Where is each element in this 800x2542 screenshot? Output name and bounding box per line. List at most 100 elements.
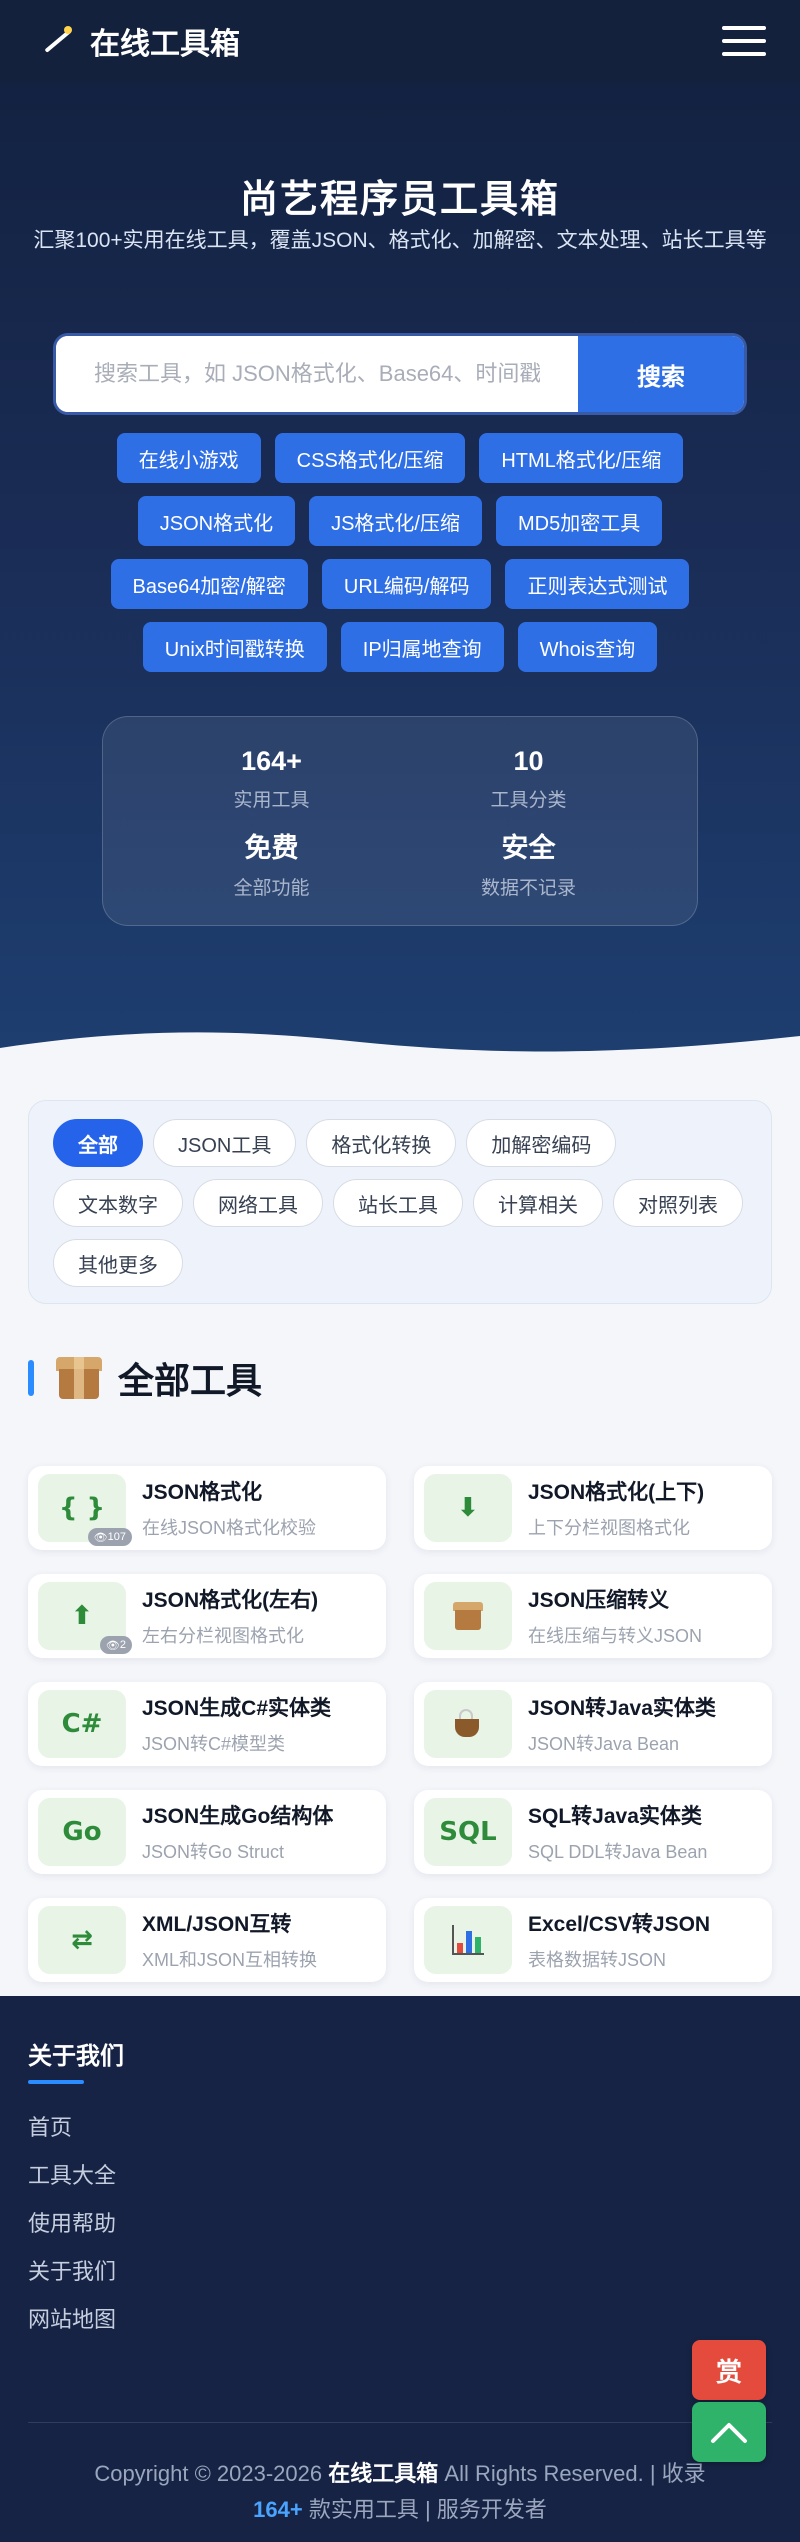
copyright-brand: 在线工具箱 (328, 2461, 439, 2486)
filter-chip[interactable]: JSON工具 (153, 1119, 297, 1167)
search-button[interactable]: 搜索 (578, 336, 744, 412)
coffee-cup-icon (424, 1690, 512, 1758)
copyright-text: Copyright © 2023-2026 在线工具箱 All Rights R… (94, 2461, 706, 2522)
tool-desc: JSON转Java Bean (528, 1734, 680, 1754)
chevron-up-icon (711, 2423, 747, 2443)
filter-chip[interactable]: 计算相关 (473, 1179, 603, 1227)
tool-name: Excel/CSV转JSON (528, 1913, 711, 1936)
tool-name: JSON格式化(左右) (142, 1589, 319, 1612)
tool-card[interactable]: C# JSON生成C#实体类 JSON转C#模型类 (28, 1682, 386, 1766)
stat-value: 10 (513, 746, 544, 776)
filter-chip[interactable]: 其他更多 (53, 1239, 183, 1287)
quick-link[interactable]: JSON格式化 (137, 496, 296, 546)
quick-link[interactable]: JS格式化/压缩 (309, 496, 482, 546)
brand-logo[interactable]: 在线工具箱 (40, 19, 240, 63)
hero-wave-divider (0, 1032, 800, 1080)
tool-desc: XML和JSON互相转换 (142, 1950, 318, 1970)
brand-name: 在线工具箱 (90, 28, 240, 61)
tool-card[interactable]: Excel/CSV转JSON 表格数据转JSON (414, 1898, 772, 1982)
tool-desc: 左右分栏视图格式化 (142, 1626, 304, 1646)
quick-link[interactable]: Whois查询 (517, 622, 658, 672)
swap-arrows-icon: ⇄ (38, 1906, 126, 1974)
tool-desc: 在线压缩与转义JSON (528, 1626, 703, 1646)
search-input[interactable] (56, 336, 578, 412)
quick-link[interactable]: 正则表达式测试 (505, 559, 690, 609)
filter-chip[interactable]: 文本数字 (53, 1179, 183, 1227)
sql-icon: SQL (424, 1798, 512, 1866)
csharp-icon: C# (38, 1690, 126, 1758)
stat-value: 164+ (241, 746, 302, 776)
tool-card[interactable]: JSON转Java实体类 JSON转Java Bean (414, 1682, 772, 1766)
footer-link-tools[interactable]: 工具大全 (28, 2164, 116, 2188)
footer-links: 首页 工具大全 使用帮助 关于我们 网站地图 (28, 2116, 116, 2332)
tool-card[interactable]: ⬆ 👁 2 JSON格式化(左右) 左右分栏视图格式化 (28, 1574, 386, 1658)
stat-value: 免费 (244, 833, 299, 863)
filter-chip[interactable]: 格式化转换 (306, 1119, 457, 1167)
stat-item: 免费 全部功能 (143, 821, 400, 905)
stat-item: 10 工具分类 (400, 737, 657, 821)
footer-link-home[interactable]: 首页 (28, 2116, 116, 2140)
braces-icon: { } 👁 107 (38, 1474, 132, 1546)
hero-subtitle: 汇聚100+实用在线工具，覆盖JSON、格式化、加解密、文本处理、站长工具等 (33, 229, 767, 252)
back-to-top-button[interactable] (692, 2402, 766, 2462)
stat-label: 工具分类 (490, 790, 567, 811)
category-filter: 全部 JSON工具 格式化转换 加解密编码 文本数字 网络工具 站长工具 计算相… (28, 1100, 772, 1304)
tool-desc: 上下分栏视图格式化 (528, 1518, 690, 1538)
tool-card[interactable]: SQL SQL转Java实体类 SQL DDL转Java Bean (414, 1790, 772, 1874)
go-icon: Go (38, 1798, 126, 1866)
quick-link[interactable]: HTML格式化/压缩 (479, 433, 684, 483)
quick-link[interactable]: Base64加密/解密 (110, 559, 308, 609)
stat-label: 实用工具 (233, 790, 310, 811)
up-arrow-icon: ⬆ 👁 2 (38, 1582, 132, 1654)
hamburger-menu-icon[interactable] (722, 26, 766, 56)
bar-chart-icon (424, 1906, 512, 1974)
tool-card[interactable]: ⇄ XML/JSON互转 XML和JSON互相转换 (28, 1898, 386, 1982)
package-box-icon (56, 1357, 102, 1399)
filter-chip[interactable]: 对照列表 (613, 1179, 743, 1227)
quick-links: 在线小游戏 CSS格式化/压缩 HTML格式化/压缩 JSON格式化 JS格式化… (40, 433, 760, 672)
section-heading: 全部工具 (28, 1350, 262, 1406)
view-count-badge: 👁 2 (99, 1636, 132, 1654)
footer-about-title: 关于我们 (28, 2043, 124, 2070)
tool-card[interactable]: { } 👁 107 JSON格式化在线JSON格式化校验 (28, 1466, 386, 1550)
stat-label: 数据不记录 (480, 878, 576, 899)
magic-wand-icon (40, 24, 74, 58)
quick-link[interactable]: URL编码/解码 (321, 559, 492, 609)
hero-title: 尚艺程序员工具箱 (239, 179, 560, 221)
tool-name: JSON转Java实体类 (528, 1697, 716, 1720)
reward-button[interactable]: 赏 (692, 2340, 766, 2400)
tool-count: 164+ (253, 2497, 303, 2522)
tool-name: SQL转Java实体类 (528, 1805, 702, 1828)
tool-card[interactable]: Go JSON生成Go结构体 JSON转Go Struct (28, 1790, 386, 1874)
tool-card[interactable]: JSON压缩转义在线压缩与转义JSON (414, 1574, 772, 1658)
quick-link[interactable]: MD5加密工具 (496, 496, 663, 546)
tool-desc: SQL DDL转Java Bean (528, 1842, 708, 1862)
filter-chip[interactable]: 站长工具 (333, 1179, 463, 1227)
footer-link-sitemap[interactable]: 网站地图 (28, 2308, 116, 2332)
tool-desc: JSON转C#模型类 (142, 1734, 286, 1754)
section-title: 全部工具 (118, 1360, 263, 1401)
tool-name: JSON格式化 (142, 1481, 263, 1504)
tool-desc: 表格数据转JSON (528, 1950, 667, 1970)
tool-name: JSON格式化(上下) (528, 1481, 705, 1504)
quick-link[interactable]: CSS格式化/压缩 (274, 433, 466, 483)
tool-name: JSON生成C#实体类 (142, 1697, 332, 1720)
down-arrow-icon: ⬇ (424, 1474, 512, 1542)
tool-desc: 在线JSON格式化校验 (142, 1518, 317, 1538)
filter-chip[interactable]: 网络工具 (193, 1179, 323, 1227)
tools-grid: { } 👁 107 JSON格式化在线JSON格式化校验 ⬇ JSON格式化(上下… (28, 1466, 772, 1982)
footer-link-help[interactable]: 使用帮助 (28, 2212, 116, 2236)
quick-link[interactable]: Unix时间戳转换 (142, 622, 327, 672)
view-count-badge: 👁 107 (87, 1528, 132, 1546)
filter-chip-all[interactable]: 全部 (53, 1119, 143, 1167)
filter-chip[interactable]: 加解密编码 (466, 1119, 617, 1167)
quick-link[interactable]: IP归属地查询 (340, 622, 504, 672)
quick-link[interactable]: 在线小游戏 (116, 433, 261, 483)
footer-title-underline (28, 2080, 84, 2084)
package-box-icon (424, 1582, 512, 1650)
stat-label: 全部功能 (233, 878, 310, 899)
tool-name: JSON压缩转义 (528, 1589, 670, 1612)
stat-item: 安全 数据不记录 (400, 821, 657, 905)
tool-card[interactable]: ⬇ JSON格式化(上下) 上下分栏视图格式化 (414, 1466, 772, 1550)
footer-link-about[interactable]: 关于我们 (28, 2260, 116, 2284)
